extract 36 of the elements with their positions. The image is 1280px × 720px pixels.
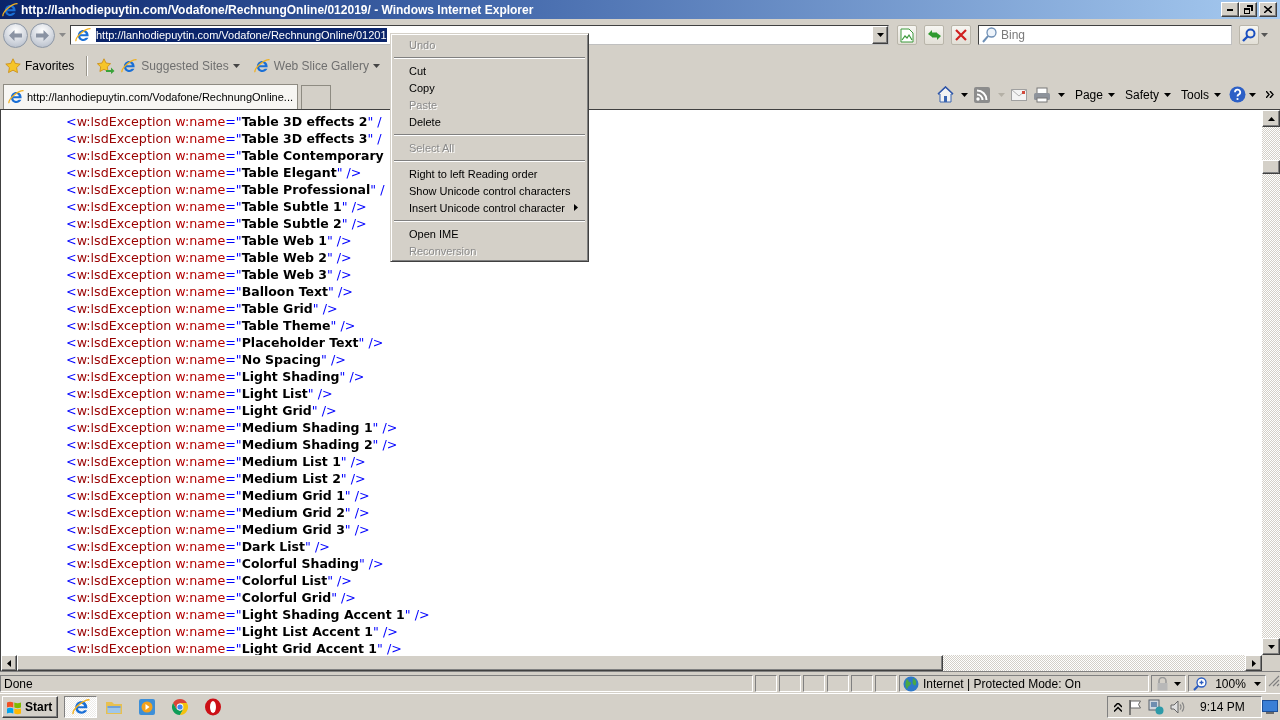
xml-line: <w:lsdException w:name="Colorful List" /> — [66, 572, 352, 589]
xml-line: <w:lsdException w:name="Light Grid" /> — [66, 402, 337, 419]
xml-line: <w:lsdException w:name="Medium List 1" /> — [66, 453, 366, 470]
xml-line: <w:lsdException w:name="Colorful Shading" /> — [66, 555, 384, 572]
xml-line: <w:lsdException w:name="Table 3D effects 2" / — [66, 113, 382, 130]
xml-line: <w:lsdException w:name="Light List Accent 1" /> — [66, 623, 398, 640]
xml-line: <w:lsdException w:name="Dark List" /> — [66, 538, 330, 555]
xml-line: <w:lsdException w:name="Light Grid Accent 1" /> — [66, 640, 402, 655]
xml-line: <w:lsdException w:name="Table Web 2" /> — [66, 249, 352, 266]
xml-line: <w:lsdException w:name="Balloon Text" /> — [66, 283, 353, 300]
xml-line: <w:lsdException w:name="Medium List 2" /> — [66, 470, 366, 487]
status-text: Done — [4, 676, 33, 691]
xml-line: <w:lsdException w:name="Table Subtle 2" /> — [66, 215, 367, 232]
xml-line: <w:lsdException w:name="Light Shading Accent 1" /> — [66, 606, 430, 623]
security-zone-text: Internet | Protected Mode: On — [923, 676, 1081, 691]
xml-line: <w:lsdException w:name="Table Subtle 1" /> — [66, 198, 367, 215]
xml-line: <w:lsdException w:name="Table Web 3" /> — [66, 266, 352, 283]
xml-line: <w:lsdException w:name="Table Theme" /> — [66, 317, 356, 334]
xml-line: <w:lsdException w:name="Table Web 1" /> — [66, 232, 352, 249]
window-title: http://lanhodiepuytin.com/Vodafone/RechnungOnline/012019/ - Windows Internet Explorer — [21, 2, 535, 17]
xml-line: <w:lsdException w:name="Medium Grid 2" /> — [66, 504, 370, 521]
xml-line: <w:lsdException w:name="Light List" /> — [66, 385, 333, 402]
xml-line: <w:lsdException w:name="Table Professional" / — [66, 181, 385, 198]
xml-line: <w:lsdException w:name="Light Shading" /> — [66, 368, 365, 385]
xml-line: <w:lsdException w:name="Colorful Grid" /> — [66, 589, 356, 606]
xml-line: <w:lsdException w:name="Table 3D effects 3" / — [66, 130, 382, 147]
xml-line: <w:lsdException w:name="Medium Shading 1" /> — [66, 419, 398, 436]
xml-line: <w:lsdException w:name="Medium Grid 1" /> — [66, 487, 370, 504]
xml-line: <w:lsdException w:name="Placeholder Text" /> — [66, 334, 384, 351]
xml-line: <w:lsdException w:name="Medium Shading 2" /> — [66, 436, 398, 453]
xml-line: <w:lsdException w:name="Medium Grid 3" /> — [66, 521, 370, 538]
xml-line: <w:lsdException w:name="No Spacing" /> — [66, 351, 346, 368]
xml-line: <w:lsdException w:name="Table Grid" /> — [66, 300, 338, 317]
xml-line: <w:lsdException w:name="Table Contemporary — [66, 147, 384, 164]
xml-line: <w:lsdException w:name="Table Elegant" /> — [66, 164, 362, 181]
address-text: http://lanhodiepuytin.com/Vodafone/RechnungOnline/01201 — [96, 28, 387, 42]
